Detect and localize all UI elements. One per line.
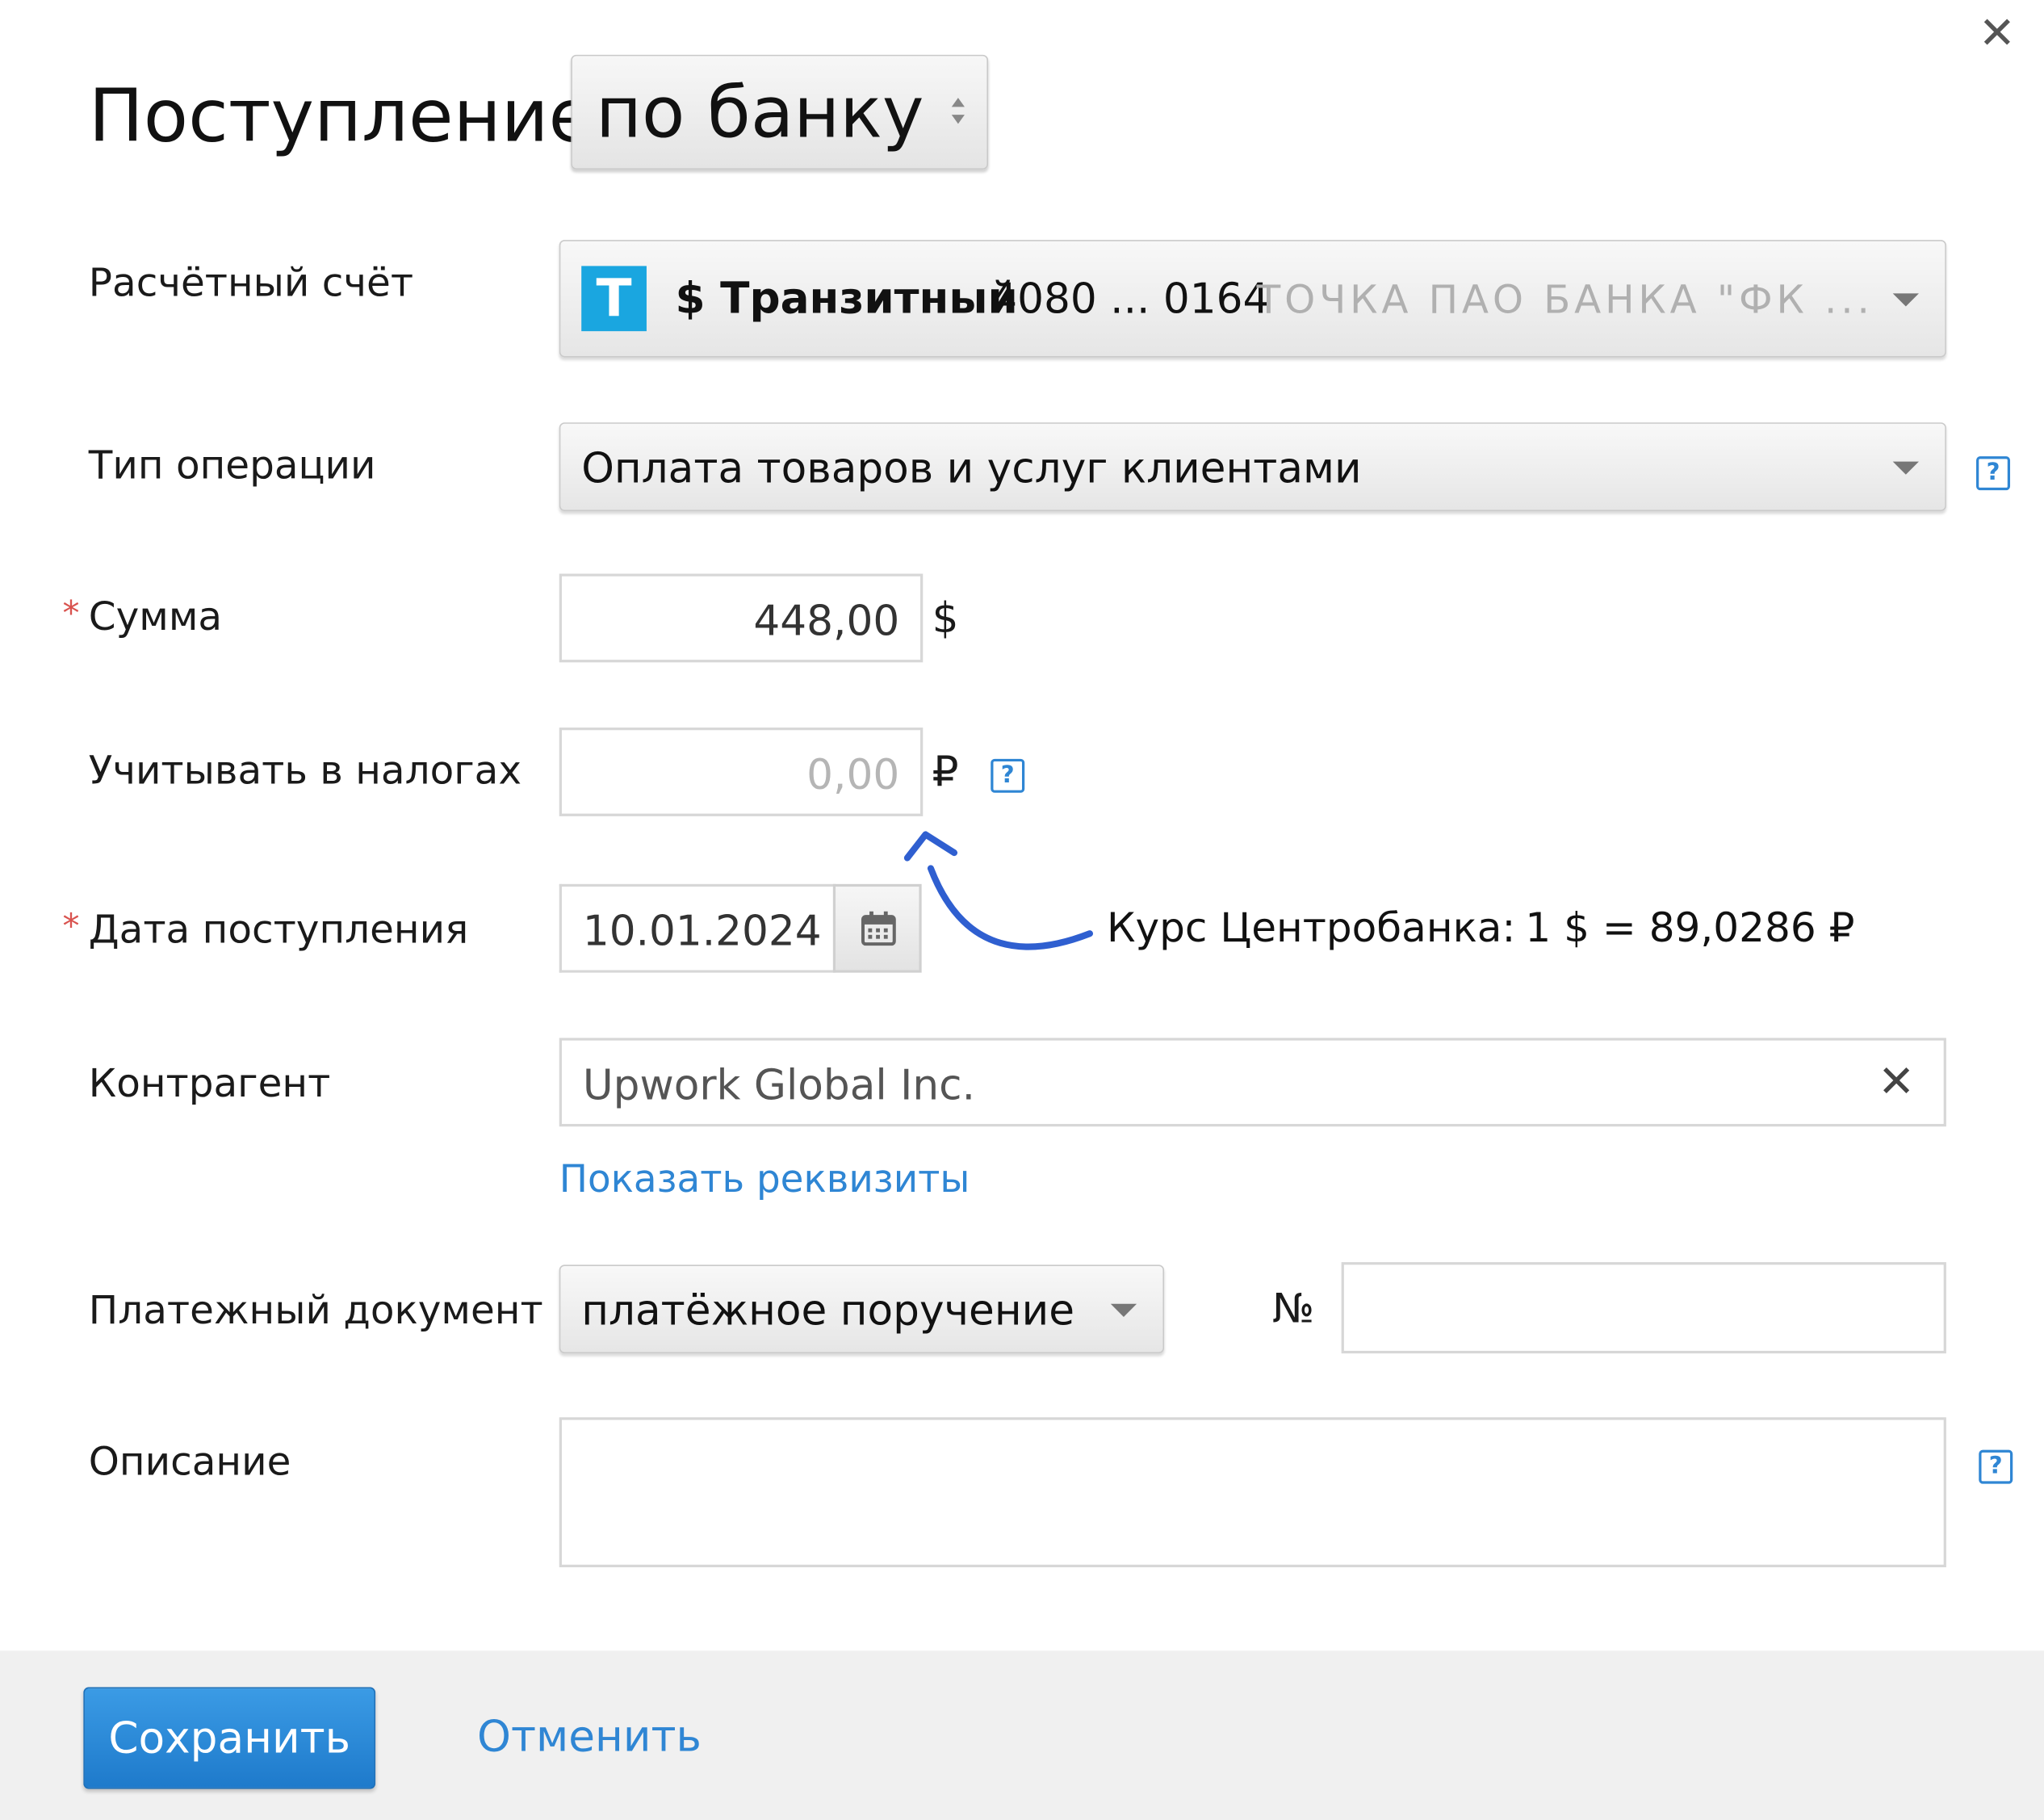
dialog-title: Поступление (88, 74, 594, 160)
cancel-link[interactable]: Отменить (477, 1711, 702, 1763)
exchange-rate-label: Курс Центробанка: (1106, 904, 1516, 952)
save-button[interactable]: Сохранить (83, 1687, 376, 1789)
chevron-down-icon (1892, 461, 1919, 475)
operation-type-label: Тип операции (88, 443, 376, 489)
close-icon[interactable]: ✕ (1968, 8, 2025, 61)
amount-value: 448,00 (753, 595, 900, 646)
operation-type-help-icon[interactable]: ? (1976, 456, 2011, 491)
annotation-arrow-icon (899, 826, 1098, 955)
document-number-input[interactable] (1341, 1262, 1946, 1354)
receipt-type-select[interactable]: по банку (571, 54, 989, 170)
dialog-footer: Сохранить Отменить (0, 1650, 2044, 1820)
payment-document-select[interactable]: платёжное поручение (559, 1264, 1165, 1354)
date-label: Дата поступления (88, 907, 469, 954)
tax-label: Учитывать в налогах (88, 748, 522, 795)
contractor-input[interactable]: Upwork Global Inc. ✕ (559, 1038, 1946, 1127)
required-marker: * (62, 594, 80, 634)
description-label: Описание (88, 1439, 291, 1486)
bank-logo-icon: Т (581, 266, 647, 332)
chevron-down-icon (1110, 1303, 1137, 1317)
tax-help-icon[interactable]: ? (991, 758, 1025, 793)
chevron-down-icon (1892, 293, 1919, 307)
payment-document-label: Платежный документ (88, 1288, 543, 1334)
account-number: 4080 ... 0164 (991, 274, 1270, 324)
receipt-type-value: по банку (595, 71, 924, 154)
bank-receipt-dialog: ✕ Поступление по банку Расчётный счёт Т … (0, 0, 2044, 1820)
date-input[interactable]: 10.01.2024 (559, 883, 836, 973)
amount-currency: $ (932, 593, 959, 644)
description-help-icon[interactable]: ? (1979, 1449, 2013, 1484)
account-bank-name: ТОЧКА ПАО БАНКА "ФК ... (1256, 277, 1874, 324)
amount-label: Сумма (88, 594, 223, 640)
tax-currency: ₽ (932, 747, 959, 797)
tax-input[interactable]: 0,00 (559, 728, 924, 816)
account-label: Расчётный счёт (88, 260, 414, 307)
clear-icon[interactable]: ✕ (1878, 1056, 1915, 1109)
amount-input[interactable]: 448,00 (559, 573, 924, 663)
operation-type-value: Оплата товаров и услуг клиентами (581, 443, 1362, 493)
select-arrows-icon (951, 98, 965, 124)
account-select[interactable]: Т $ Транзитный 4080 ... 0164 ТОЧКА ПАО Б… (559, 240, 1946, 358)
date-value: 10.01.2024 (582, 906, 822, 956)
contractor-value: Upwork Global Inc. (582, 1059, 975, 1110)
tax-placeholder: 0,00 (806, 749, 900, 799)
contractor-label: Контрагент (88, 1061, 331, 1107)
document-number-label: № (1272, 1285, 1315, 1333)
exchange-rate-value: 1 $ = 89,0286 ₽ (1525, 904, 1855, 952)
show-details-link[interactable]: Показать реквизиты (559, 1152, 970, 1205)
operation-type-select[interactable]: Оплата товаров и услуг клиентами (559, 422, 1946, 512)
required-marker: * (62, 907, 80, 947)
account-name: $ Транзитный (675, 272, 1018, 324)
payment-document-value: платёжное поручение (581, 1285, 1074, 1336)
description-textarea[interactable] (559, 1417, 1946, 1567)
